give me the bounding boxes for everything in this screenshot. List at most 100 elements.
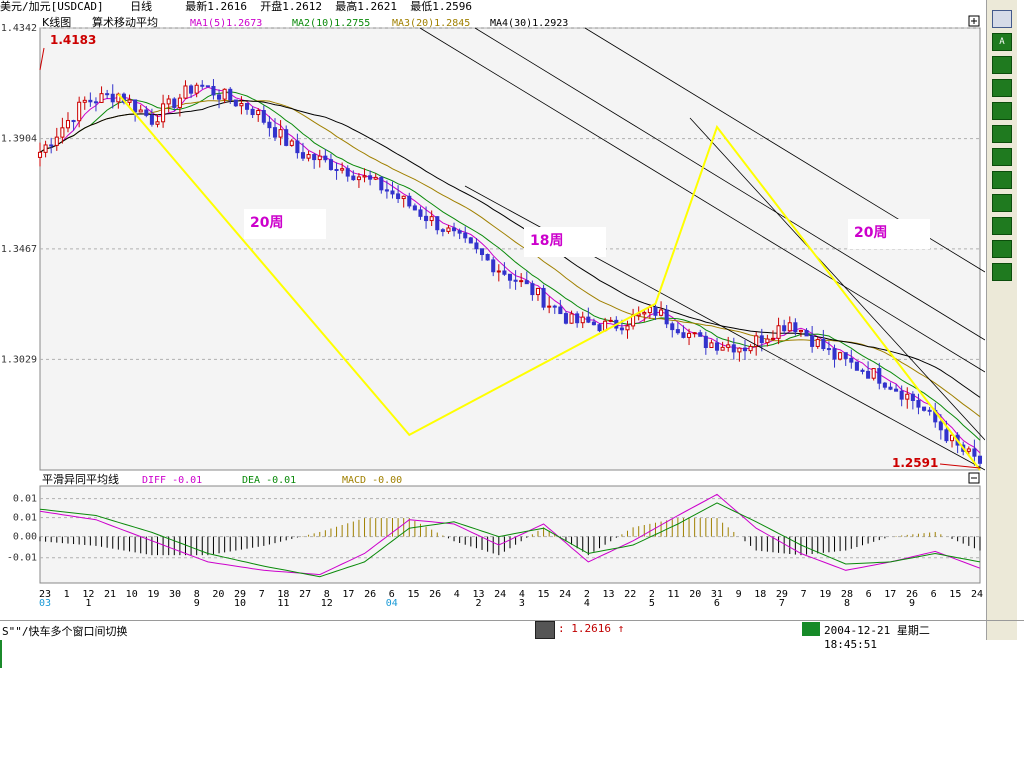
cycle-tool-icon[interactable] — [992, 240, 1012, 258]
candle-body — [368, 175, 373, 180]
candle-body — [742, 347, 748, 352]
x-tick-day: 4 — [454, 589, 460, 600]
candle-body — [429, 216, 434, 222]
candle-body — [854, 361, 859, 371]
candle-body — [899, 390, 904, 400]
fib-tool-icon[interactable] — [992, 217, 1012, 235]
candle-body — [927, 409, 932, 412]
candle-body — [440, 229, 445, 232]
candle-body — [491, 259, 496, 273]
x-tick-day: 17 — [342, 589, 354, 600]
letter-a-icon[interactable]: A — [992, 33, 1012, 51]
annotation-label: 20周 — [854, 225, 887, 241]
bars-tool-icon[interactable] — [992, 194, 1012, 212]
x-tick-day: 22 — [624, 589, 636, 600]
candle-body — [866, 370, 871, 379]
candle-body — [373, 176, 378, 180]
candle-body — [877, 368, 882, 384]
x-tick-day: 15 — [537, 589, 549, 600]
candle-body — [149, 114, 154, 125]
candle-body — [228, 88, 233, 101]
macd-y-tick-label: 0.01 — [13, 494, 37, 505]
candle-body — [379, 176, 384, 191]
candle-body — [972, 448, 977, 457]
candle-body — [653, 307, 658, 316]
candle-body — [351, 175, 356, 181]
macd-y-tick-label: -0.01 — [7, 553, 37, 564]
candle-body — [183, 85, 188, 99]
candle-body — [888, 386, 893, 390]
candle-body — [586, 316, 591, 323]
candle-body — [295, 140, 300, 154]
candle-body — [563, 313, 568, 324]
candle-body — [88, 99, 93, 103]
candle-body — [714, 342, 720, 351]
candle-body — [496, 270, 501, 273]
status-datetime: 2004-12-21 星期二 18:45:51 — [824, 624, 930, 651]
x-tick-day: 27 — [299, 589, 311, 600]
candle-body — [569, 313, 574, 324]
candle-body — [93, 101, 98, 104]
candle-body — [502, 270, 507, 275]
candle-body — [513, 279, 518, 282]
x-tick-day: 10 — [126, 589, 138, 600]
candle-body — [474, 242, 479, 250]
candle-body — [267, 121, 272, 129]
candle-body — [217, 94, 222, 100]
ma-label: MA1(5)1.2673 — [190, 18, 262, 29]
candle-body — [608, 319, 613, 322]
candle-body — [435, 216, 440, 231]
x-tick-month: 5 — [649, 598, 655, 609]
candle-body — [77, 101, 82, 122]
cursor-icon[interactable] — [992, 10, 1012, 28]
candle-body — [256, 110, 261, 116]
x-tick-day: 19 — [147, 589, 159, 600]
ma-label: MA2(10)1.2755 — [292, 18, 370, 29]
trend-tool-icon[interactable] — [992, 148, 1012, 166]
hline-tool-icon[interactable] — [992, 79, 1012, 97]
chart-area[interactable]: 1.4342 1.3904 1.3467 1.3029 0.01 0.01 0.00 -0.0… — [0, 14, 985, 620]
x-tick-month: 6 — [714, 598, 720, 609]
header-bar: 美元/加元[USDCAD] 日线 最新1.2616 开盘1.2612 最高1.2… — [0, 0, 985, 14]
candle-body — [306, 154, 311, 159]
diag-line-icon[interactable] — [992, 102, 1012, 120]
candle-body — [938, 421, 943, 431]
grid-tool-icon[interactable] — [992, 171, 1012, 189]
candle-body — [692, 332, 697, 335]
x-tick-day: 7 — [259, 589, 265, 600]
candle-body — [670, 323, 675, 331]
candle-body — [709, 342, 714, 349]
candle-body — [535, 287, 541, 296]
x-tick-day: 30 — [169, 589, 181, 600]
candle-body — [323, 155, 328, 161]
x-tick-day: 13 — [603, 589, 615, 600]
candle-body — [340, 168, 345, 171]
channel-tool-icon[interactable] — [992, 125, 1012, 143]
x-tick-month: 3 — [519, 598, 525, 609]
candle-body — [541, 287, 546, 308]
candle-body — [977, 455, 983, 464]
x-tick-day: 20 — [212, 589, 224, 600]
candle-body — [659, 309, 664, 316]
candle-body — [233, 99, 238, 107]
candle-body — [205, 85, 210, 88]
calculator-icon[interactable] — [535, 621, 555, 639]
symbol-label: 美元/加元[USDCAD] — [0, 0, 104, 13]
high-price: 最高1.2621 — [335, 0, 397, 13]
x-tick-day: 7 — [801, 589, 807, 600]
candle-body — [177, 97, 182, 108]
x-tick-day: 1 — [64, 589, 70, 600]
line-tool-icon[interactable] — [992, 56, 1012, 74]
y-tick-label: 1.4342 — [1, 23, 37, 34]
period-label: 日线 — [130, 0, 153, 13]
x-tick-month: 10 — [234, 598, 246, 609]
candle-body — [552, 305, 557, 308]
candle-body — [99, 93, 104, 103]
candle-body — [944, 429, 949, 442]
candle-body — [619, 327, 624, 331]
status-price: : 1.2616 ↑ — [558, 622, 625, 635]
candle-body — [894, 388, 899, 392]
dea-label: DEA -0.01 — [242, 475, 296, 486]
delete-tool-icon[interactable] — [992, 263, 1012, 281]
candle-body — [166, 98, 171, 105]
